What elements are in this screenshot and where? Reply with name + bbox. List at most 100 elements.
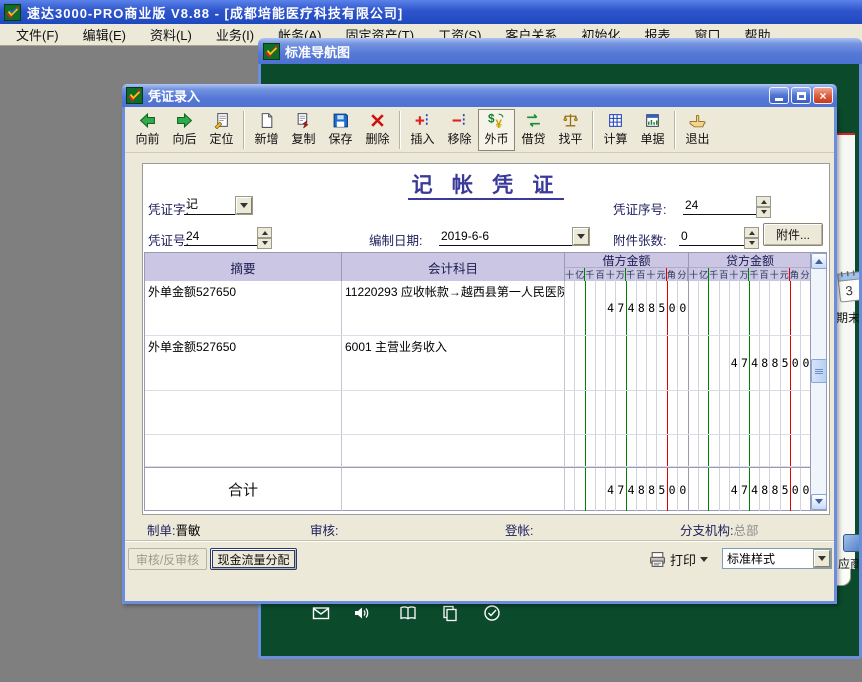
toolbar-button-bill[interactable]: 单据 — [634, 109, 671, 151]
toolbar-button-foreign-currency[interactable]: $¥ 外币 — [478, 109, 515, 151]
digit-cell — [689, 391, 699, 434]
table-row[interactable]: 外单金额527650 6001 主营业务收入 47488500 — [145, 336, 826, 391]
print-style-select[interactable]: 标准样式 — [722, 548, 832, 569]
digit-cell: 8 — [770, 336, 780, 390]
nav-item-period-end-label[interactable]: 期末 — [836, 309, 859, 326]
nav-window-titlebar[interactable]: 标准导航图 — [258, 38, 862, 64]
cell-debit[interactable] — [565, 435, 689, 466]
exit-hand-icon — [689, 112, 706, 129]
minimize-button[interactable] — [769, 87, 789, 104]
cell-credit[interactable]: 47488500 — [689, 336, 812, 390]
spinner-control[interactable] — [756, 196, 771, 214]
cell-summary[interactable] — [145, 435, 342, 466]
voucher-no-input[interactable]: 24 — [184, 224, 272, 246]
table-row[interactable] — [145, 391, 826, 435]
toolbar-button-exit[interactable]: 退出 — [679, 109, 716, 151]
cashflow-button[interactable]: 现金流量分配 — [210, 548, 297, 570]
cell-summary[interactable]: 外单金额527650 — [145, 336, 342, 390]
cell-debit[interactable] — [565, 336, 689, 390]
cell-account[interactable] — [342, 391, 565, 434]
table-row[interactable] — [145, 435, 826, 467]
cell-summary[interactable] — [145, 391, 342, 434]
book-icon[interactable] — [399, 604, 417, 622]
toolbar-button-debit-credit[interactable]: 借贷 — [515, 109, 552, 151]
attach-count-input[interactable]: 0 — [679, 224, 759, 246]
print-dropdown-arrow-icon[interactable] — [700, 557, 708, 566]
dropdown-arrow-icon[interactable] — [573, 228, 589, 245]
dropdown-arrow-icon[interactable] — [236, 197, 252, 214]
maximize-button[interactable] — [791, 87, 811, 104]
cell-credit[interactable] — [689, 435, 812, 466]
digit-cell — [637, 391, 647, 434]
digit-label: 万 — [616, 268, 626, 281]
supplier-icon[interactable] — [843, 534, 859, 552]
toolbar-button-copy[interactable]: 复制 — [285, 109, 322, 151]
scroll-up-icon[interactable] — [811, 253, 827, 269]
dialog-body: 记 帐 凭 证 凭证字: 记 凭证序号: 24 凭证号: 24 编制日期: — [125, 154, 834, 598]
voucher-panel: 记 帐 凭 证 凭证字: 记 凭证序号: 24 凭证号: 24 编制日期: — [142, 163, 830, 515]
scroll-down-icon[interactable] — [811, 494, 827, 510]
speaker-icon[interactable] — [353, 604, 371, 622]
dropdown-arrow-icon[interactable] — [814, 550, 830, 567]
toolbar-button-delete[interactable]: 删除 — [359, 109, 396, 151]
digit-cell — [565, 391, 575, 434]
toolbar-button-new[interactable]: 新增 — [248, 109, 285, 151]
digit-cell: 7 — [740, 468, 750, 511]
date-select[interactable]: 2019-6-6 — [439, 225, 589, 246]
digit-cell: 0 — [678, 468, 688, 511]
toolbar-button-calc[interactable]: 计算 — [597, 109, 634, 151]
print-button[interactable]: 打印 — [649, 550, 708, 569]
digit-cell: 4 — [627, 468, 637, 511]
cell-credit[interactable] — [689, 391, 812, 434]
cell-credit[interactable] — [689, 281, 812, 335]
digit-cell — [709, 468, 719, 511]
toolbar-button-locate[interactable]: 定位 — [203, 109, 240, 151]
attach-button[interactable]: 附件... — [763, 223, 823, 246]
cell-summary[interactable]: 外单金额527650 — [145, 281, 342, 335]
dialog-titlebar[interactable]: 凭证录入 × — [122, 84, 837, 107]
menu-item-file[interactable]: 文件(F) — [4, 23, 71, 46]
check-icon[interactable] — [483, 604, 501, 622]
cell-debit[interactable]: 47488500 — [565, 281, 689, 335]
toolbar-button-forward[interactable]: 向前 — [129, 109, 166, 151]
digit-cell — [668, 336, 678, 390]
digit-cell — [760, 435, 770, 466]
close-button[interactable]: × — [813, 87, 833, 104]
nav-window-icon — [263, 43, 280, 60]
table-scrollbar[interactable] — [810, 253, 826, 510]
digit-cell — [689, 468, 699, 511]
audit-button[interactable]: 审核/反审核 — [128, 548, 207, 570]
digit-cell — [781, 391, 791, 434]
digit-cell — [647, 435, 657, 466]
branch-field: 分支机构:总部 — [680, 520, 759, 539]
digit-cell: 8 — [647, 281, 657, 335]
voucher-word-select[interactable]: 记 — [184, 194, 252, 215]
table-row[interactable]: 外单金额527650 11220293 应收帐款→越西县第一人民医院 47488… — [145, 281, 826, 336]
spinner-control[interactable] — [744, 227, 759, 245]
cell-account[interactable] — [342, 435, 565, 466]
calc-grid-icon — [607, 112, 624, 129]
cell-account[interactable]: 11220293 应收帐款→越西县第一人民医院 — [342, 281, 565, 335]
cell-account[interactable]: 6001 主营业务收入 — [342, 336, 565, 390]
voucher-seq-input[interactable]: 24 — [683, 193, 771, 215]
toolbar-button-insert[interactable]: 插入 — [404, 109, 441, 151]
total-account-empty — [342, 468, 565, 511]
cell-debit[interactable] — [565, 391, 689, 434]
digit-cell: 7 — [740, 336, 750, 390]
menu-item-data[interactable]: 资料(L) — [138, 23, 204, 46]
scrollbar-thumb[interactable] — [811, 359, 827, 383]
toolbar-button-balance[interactable]: 找平 — [552, 109, 589, 151]
toolbar-button-save[interactable]: 保存 — [322, 109, 359, 151]
digit-cell — [575, 391, 585, 434]
calendar-icon[interactable]: 3 — [836, 268, 859, 304]
delete-x-icon — [369, 112, 386, 129]
toolbar-button-backward[interactable]: 向后 — [166, 109, 203, 151]
copy-icon[interactable] — [441, 604, 459, 622]
menu-item-business[interactable]: 业务(I) — [204, 23, 266, 46]
toolbar-button-remove[interactable]: 移除 — [441, 109, 478, 151]
digit-cell — [596, 468, 606, 511]
digit-cell: 8 — [760, 336, 770, 390]
spinner-control[interactable] — [257, 227, 272, 245]
menu-item-edit[interactable]: 编辑(E) — [71, 23, 138, 46]
envelope-icon[interactable] — [312, 604, 330, 622]
